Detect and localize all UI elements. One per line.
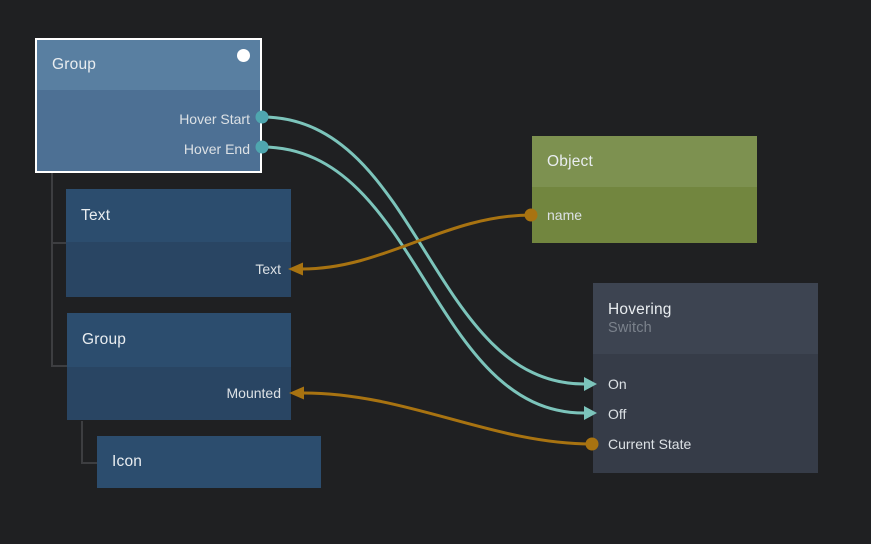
node-text[interactable]: Text Text: [66, 189, 291, 297]
node-graph-canvas[interactable]: Group Hover Start Hover End Text Text Gr…: [0, 0, 871, 544]
port-label: Hover Start: [179, 111, 250, 127]
node-header: Group: [67, 313, 291, 367]
node-header: Text: [66, 189, 291, 242]
node-title: Text: [81, 207, 110, 225]
node-title: Hovering: [608, 301, 672, 319]
node-group-2[interactable]: Group Mounted: [67, 313, 291, 420]
tree-connector-line: [52, 173, 67, 366]
port-label: name: [547, 207, 582, 223]
port-label: On: [608, 376, 627, 392]
arrowhead-mounted-input-icon: [289, 387, 304, 400]
port-label: Off: [608, 406, 626, 422]
node-header: Group: [37, 40, 260, 90]
port-name: name: [532, 200, 757, 230]
port-label: Current State: [608, 436, 691, 452]
node-title: Object: [547, 153, 593, 171]
port-current-state: Current State: [593, 429, 818, 459]
node-title: Group: [82, 331, 126, 349]
node-header: Object: [532, 136, 757, 187]
wire-currentstate-to-mounted[interactable]: [303, 393, 592, 444]
node-object[interactable]: Object name: [532, 136, 757, 243]
port-mounted: Mounted: [67, 378, 291, 408]
node-hovering-switch[interactable]: Hovering Switch On Off Current State: [593, 283, 818, 473]
port-hover-end: Hover End: [37, 134, 260, 164]
tree-connector-line: [82, 421, 97, 463]
node-title: Group: [52, 56, 96, 74]
node-header: Icon: [97, 436, 321, 488]
node-subtitle: Switch: [608, 320, 652, 336]
port-label: Text: [255, 261, 281, 277]
port-on: On: [593, 369, 818, 399]
node-header: Hovering Switch: [593, 283, 818, 354]
wire-name-to-text[interactable]: [302, 215, 532, 269]
node-icon[interactable]: Icon: [97, 436, 321, 488]
node-group-selected[interactable]: Group Hover Start Hover End: [35, 38, 262, 173]
port-off: Off: [593, 399, 818, 429]
selection-indicator-dot[interactable]: [237, 49, 250, 62]
port-text: Text: [66, 254, 291, 284]
port-label: Mounted: [227, 385, 281, 401]
node-title: Icon: [112, 453, 142, 471]
port-label: Hover End: [184, 141, 250, 157]
port-hover-start: Hover Start: [37, 104, 260, 134]
